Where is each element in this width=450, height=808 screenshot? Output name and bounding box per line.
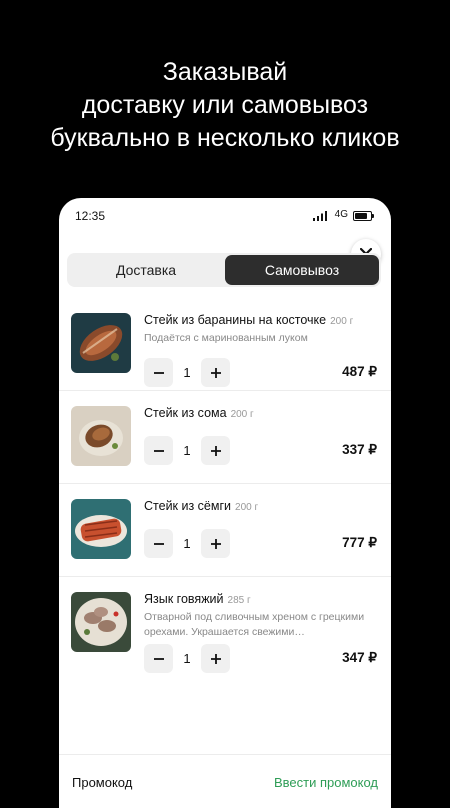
minus-icon — [153, 449, 164, 452]
tab-delivery[interactable]: Доставка — [67, 255, 225, 285]
item-name: Язык говяжий 285 г — [144, 592, 251, 606]
quantity-stepper: 1 — [144, 436, 230, 465]
plus-icon — [210, 538, 221, 549]
cart-item: Стейк из баранины на косточке 200 г Подаё… — [59, 298, 391, 391]
quantity-value: 1 — [183, 443, 191, 458]
item-weight: 200 г — [330, 316, 354, 327]
item-weight: 285 г — [227, 595, 251, 606]
item-description: Отварной под сливочным хреном с грецкими… — [144, 611, 365, 638]
item-price: 777 ₽ — [342, 535, 377, 550]
battery-icon — [353, 211, 374, 221]
item-weight: 200 г — [235, 502, 259, 513]
cart-item: Стейк из сома 200 г 1 337 ₽ — [59, 391, 391, 484]
headline-line-2: доставку или самовывоз — [81, 91, 369, 119]
status-time: 12:35 — [75, 209, 106, 223]
cart-item: Язык говяжий 285 г Отварной под сливочным… — [59, 577, 391, 695]
plus-icon — [210, 445, 221, 456]
item-price: 347 ₽ — [342, 650, 377, 665]
increase-button[interactable] — [201, 358, 230, 387]
item-price: 487 ₽ — [342, 364, 377, 379]
item-name: Стейк из сёмги 200 г — [144, 499, 259, 513]
tab-pickup[interactable]: Самовывоз — [225, 255, 379, 285]
decrease-button[interactable] — [144, 436, 173, 465]
quantity-value: 1 — [183, 365, 191, 380]
minus-icon — [153, 371, 164, 374]
headline-line-1: Заказывай — [162, 58, 288, 86]
promo-headline: Заказывай доставку или самовывоз букваль… — [0, 56, 450, 155]
status-bar: 12:35 4G — [59, 198, 391, 234]
cart-item: Стейк из сёмги 200 г 1 777 ₽ — [59, 484, 391, 577]
decrease-button[interactable] — [144, 358, 173, 387]
salmon-steak-image — [71, 499, 131, 559]
quantity-value: 1 — [183, 536, 191, 551]
plus-icon — [210, 653, 221, 664]
quantity-stepper: 1 — [144, 644, 230, 673]
lamb-steak-image — [71, 313, 131, 373]
item-name: Стейк из сома 200 г — [144, 406, 254, 420]
network-type: 4G — [334, 209, 348, 220]
quantity-stepper: 1 — [144, 529, 230, 558]
minus-icon — [153, 657, 164, 660]
beef-tongue-image — [71, 592, 131, 652]
decrease-button[interactable] — [144, 644, 173, 673]
item-weight: 200 г — [230, 409, 254, 420]
signal-icon — [313, 211, 327, 221]
catfish-steak-image — [71, 406, 131, 466]
increase-button[interactable] — [201, 644, 230, 673]
increase-button[interactable] — [201, 529, 230, 558]
decrease-button[interactable] — [144, 529, 173, 558]
phone-screen: 12:35 4G Доставка Самовывоз Стейк из бар… — [59, 198, 391, 808]
cart-items-list: Стейк из баранины на косточке 200 г Подаё… — [59, 298, 391, 695]
item-name: Стейк из баранины на косточке 200 г — [144, 313, 354, 327]
minus-icon — [153, 542, 164, 545]
increase-button[interactable] — [201, 436, 230, 465]
headline-line-3: буквально в несколько кликов — [50, 124, 400, 152]
quantity-value: 1 — [183, 651, 191, 666]
delivery-mode-tabs: Доставка Самовывоз — [67, 253, 381, 287]
quantity-stepper: 1 — [144, 358, 230, 387]
enter-promo-link[interactable]: Ввести промокод — [274, 775, 378, 790]
item-price: 337 ₽ — [342, 442, 377, 457]
promo-label: Промокод — [72, 775, 133, 790]
plus-icon — [210, 367, 221, 378]
item-description: Подаётся с маринованным луком — [144, 332, 308, 344]
